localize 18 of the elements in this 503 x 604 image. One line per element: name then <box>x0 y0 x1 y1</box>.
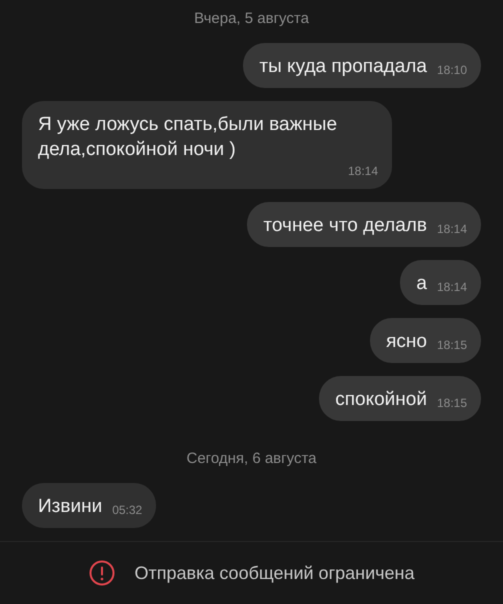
message-time: 18:14 <box>436 279 467 296</box>
message-text: спокойной <box>335 388 427 412</box>
message-time: 18:14 <box>436 221 467 238</box>
message-text: Я уже ложусь спать,были важные дела,спокойной ночи ) <box>38 113 338 162</box>
message-time: 05:32 <box>112 502 142 519</box>
message-text: ты куда пропадала <box>259 55 427 79</box>
date-separator: Вчера, 5 августа <box>194 10 309 27</box>
date-separator: Сегодня, 6 августа <box>186 450 316 467</box>
message-time: 18:15 <box>436 337 467 354</box>
message-text: ясно <box>386 330 427 354</box>
message-text: точнее что делалв <box>263 214 427 238</box>
message-time: 18:14 <box>348 163 378 180</box>
warning-icon <box>88 560 114 586</box>
message-text: Извини <box>38 495 102 519</box>
message-time: 18:10 <box>436 62 467 79</box>
message-time: 18:15 <box>436 395 467 412</box>
restriction-notice: Отправка сообщений ограничена <box>134 562 414 584</box>
message-text: а <box>416 272 427 296</box>
